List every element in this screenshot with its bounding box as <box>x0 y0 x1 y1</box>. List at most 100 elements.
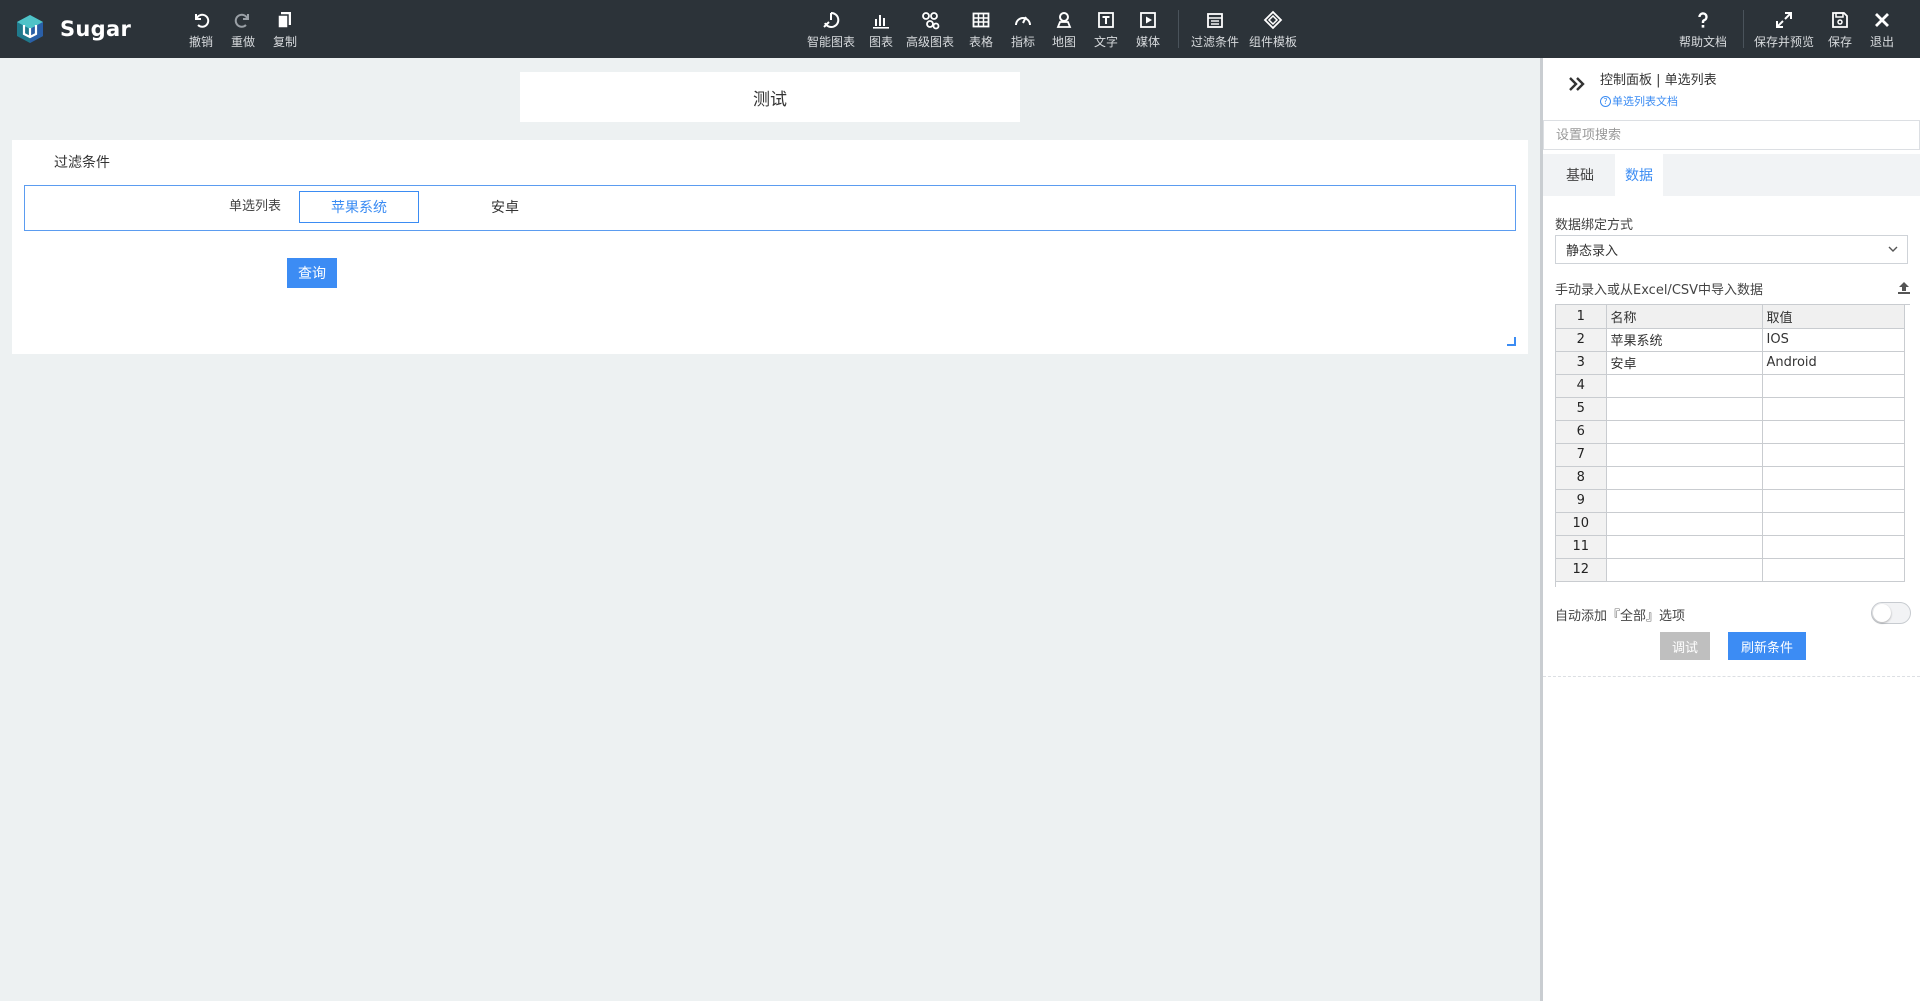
sheet-cell[interactable] <box>1606 374 1763 398</box>
save-button[interactable]: 保存 <box>1828 10 1852 52</box>
panel-title: 控制面板 | 单选列表 <box>1600 73 1717 88</box>
expand-icon <box>1775 12 1792 28</box>
sheet-cell[interactable] <box>1606 443 1763 467</box>
table-button[interactable]: 表格 <box>969 10 993 52</box>
redo-icon <box>234 13 249 28</box>
sheet-cell[interactable]: 苹果系统 <box>1606 328 1763 352</box>
text-button[interactable]: 文字 <box>1094 10 1118 52</box>
doc-link-text: 单选列表文档 <box>1612 95 1678 108</box>
sheet-cell[interactable] <box>1606 512 1763 536</box>
map-label: 地图 <box>1051 35 1077 49</box>
sheet-cell[interactable] <box>1606 489 1763 513</box>
toggle-knob <box>1873 604 1891 622</box>
settings-search-input[interactable] <box>1543 120 1920 150</box>
metric-button[interactable]: 指标 <box>1011 10 1035 52</box>
row-number-cell: 6 <box>1556 420 1607 444</box>
filter-widget[interactable]: 过滤条件 单选列表 苹果系统 安卓 查询 <box>12 140 1528 354</box>
sheet-cell[interactable]: 名称 <box>1606 305 1763 329</box>
control-panel: 控制面板 | 单选列表 ? 单选列表文档 基础 数据 数据绑定方式 静态录入 手… <box>1540 58 1920 1001</box>
sheet-cell[interactable]: Android <box>1762 351 1905 375</box>
tab-data[interactable]: 数据 <box>1615 154 1663 196</box>
radio-list-filter[interactable]: 单选列表 苹果系统 安卓 <box>24 185 1516 231</box>
sheet-cell[interactable] <box>1762 558 1905 582</box>
smart-chart-button[interactable]: 智能图表 <box>807 10 855 52</box>
save-and-preview-button[interactable]: 保存并预览 <box>1754 10 1814 52</box>
sheet-cell[interactable]: 安卓 <box>1606 351 1763 375</box>
query-button[interactable]: 查询 <box>287 258 337 288</box>
sheet-cell[interactable] <box>1762 466 1905 490</box>
copy-label: 复制 <box>272 35 298 49</box>
filter-calendar-icon <box>1207 13 1223 28</box>
table-label: 表格 <box>968 35 994 49</box>
redo-button[interactable]: 重做 <box>231 10 255 52</box>
option-ios[interactable]: 苹果系统 <box>299 191 419 223</box>
row-number-cell: 9 <box>1556 489 1607 513</box>
sheet-cell[interactable] <box>1762 443 1905 467</box>
title-widget[interactable]: 测试 <box>520 72 1020 122</box>
chevron-down-icon <box>1888 246 1898 252</box>
debug-button[interactable]: 调试 <box>1660 632 1710 660</box>
sheet-cell[interactable] <box>1606 558 1763 582</box>
refresh-condition-button[interactable]: 刷新条件 <box>1728 632 1806 660</box>
copy-icon <box>277 12 291 29</box>
data-spreadsheet[interactable]: 1 名称 取值 2 苹果系统 IOS 3 安卓 Android 4 5 6 7 8 9 10 11 12 <box>1555 304 1910 587</box>
panel-header: 控制面板 | 单选列表 ? 单选列表文档 <box>1543 58 1920 118</box>
sheet-cell[interactable] <box>1606 420 1763 444</box>
component-template-label: 组件模板 <box>1248 35 1298 49</box>
sheet-cell[interactable] <box>1606 466 1763 490</box>
undo-button[interactable]: 撤销 <box>189 10 213 52</box>
row-number-cell: 10 <box>1556 512 1607 536</box>
gauge-icon <box>1014 16 1031 26</box>
close-icon <box>1875 13 1889 27</box>
sheet-cell[interactable] <box>1762 512 1905 536</box>
sheet-cell[interactable] <box>1762 535 1905 559</box>
row-number-cell: 2 <box>1556 328 1607 352</box>
media-label: 媒体 <box>1135 35 1161 49</box>
filter-button[interactable]: 过滤条件 <box>1191 10 1239 52</box>
exit-button[interactable]: 退出 <box>1870 10 1894 52</box>
bar-chart-icon <box>872 15 889 29</box>
row-number-cell: 8 <box>1556 466 1607 490</box>
help-doc-button[interactable]: 帮助文档 <box>1679 10 1727 52</box>
sheet-cell[interactable]: 取值 <box>1762 305 1905 329</box>
undo-icon <box>194 13 210 28</box>
section-divider <box>1543 676 1920 677</box>
toolbar-divider <box>1743 10 1744 48</box>
sheet-cell[interactable] <box>1762 374 1905 398</box>
map-button[interactable]: 地图 <box>1052 10 1076 52</box>
row-number-cell: 11 <box>1556 535 1607 559</box>
advanced-chart-button[interactable]: 高级图表 <box>906 10 954 52</box>
sheet-cell[interactable]: IOS <box>1762 328 1905 352</box>
sheet-row: 3 安卓 Android <box>1556 351 1905 375</box>
page-title: 测试 <box>753 89 787 110</box>
help-icon <box>1698 12 1708 28</box>
sheet-row: 10 <box>1556 512 1905 536</box>
component-template-button[interactable]: 组件模板 <box>1249 10 1297 52</box>
binding-mode-select[interactable]: 静态录入 <box>1555 235 1908 264</box>
exit-label: 退出 <box>1869 35 1895 49</box>
resize-handle[interactable] <box>1507 337 1516 346</box>
double-chevron-right-icon[interactable] <box>1567 74 1587 94</box>
row-number-cell: 3 <box>1556 351 1607 375</box>
tab-basic[interactable]: 基础 <box>1557 154 1603 196</box>
sugar-logo-icon <box>17 15 43 43</box>
app-name: Sugar <box>60 17 132 41</box>
sheet-cell[interactable] <box>1606 535 1763 559</box>
sheet-cell[interactable] <box>1762 420 1905 444</box>
media-button[interactable]: 媒体 <box>1136 10 1160 52</box>
sheet-row: 6 <box>1556 420 1905 444</box>
sheet-cell[interactable] <box>1762 489 1905 513</box>
text-icon <box>1098 12 1114 28</box>
radio-list-doc-link[interactable]: ? 单选列表文档 <box>1600 93 1678 109</box>
upload-icon[interactable] <box>1896 280 1912 296</box>
sheet-cell[interactable] <box>1606 397 1763 421</box>
metric-label: 指标 <box>1010 35 1036 49</box>
option-android[interactable]: 安卓 <box>445 191 565 223</box>
copy-button[interactable]: 复制 <box>273 10 297 52</box>
template-icon <box>1263 10 1283 30</box>
chart-button[interactable]: 图表 <box>869 10 893 52</box>
auto-all-option-toggle[interactable] <box>1871 602 1911 624</box>
undo-label: 撤销 <box>188 35 214 49</box>
sheet-cell[interactable] <box>1762 397 1905 421</box>
editor-canvas: 测试 过滤条件 单选列表 苹果系统 安卓 查询 <box>0 58 1540 1001</box>
